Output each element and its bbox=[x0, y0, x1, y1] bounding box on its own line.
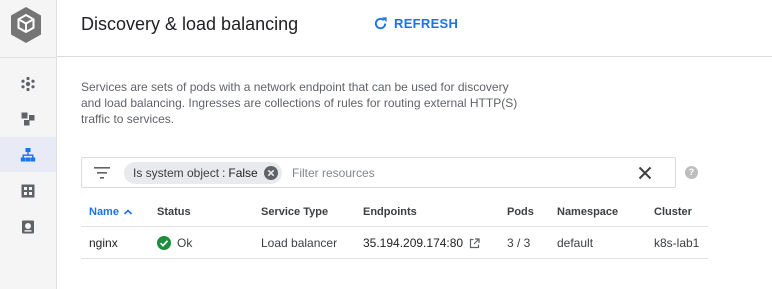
table-row: nginx Ok Load balancer 35.194.209.174:80… bbox=[81, 227, 708, 259]
filter-chip-separator: : bbox=[222, 166, 226, 180]
services-table: Name Status Service Type Endpoints Pods … bbox=[81, 199, 708, 259]
open-in-new-icon bbox=[470, 237, 480, 248]
nav-workloads[interactable] bbox=[0, 101, 56, 136]
column-header-name-label: Name bbox=[89, 206, 119, 218]
remove-chip-icon[interactable] bbox=[263, 166, 278, 180]
column-header-namespace[interactable]: Namespace bbox=[557, 206, 618, 218]
cluster-cell: k8s-lab1 bbox=[654, 236, 700, 250]
kubernetes-engine-logo-icon[interactable] bbox=[8, 5, 44, 45]
filter-bar: Is system object : False bbox=[81, 157, 676, 188]
filter-chip-value: False bbox=[228, 166, 258, 180]
status-text: Ok bbox=[177, 236, 193, 250]
column-header-name[interactable]: Name bbox=[89, 206, 133, 218]
service-type-cell: Load balancer bbox=[261, 236, 338, 250]
filter-resources-input[interactable] bbox=[292, 162, 612, 184]
status-ok-icon bbox=[157, 236, 171, 250]
column-header-endpoints[interactable]: Endpoints bbox=[363, 206, 417, 218]
column-header-cluster[interactable]: Cluster bbox=[654, 206, 692, 218]
configuration-icon bbox=[22, 220, 34, 233]
namespace-cell: default bbox=[557, 236, 594, 250]
nav-services[interactable] bbox=[0, 137, 56, 172]
filter-chip-system-object[interactable]: Is system object : False bbox=[124, 162, 282, 184]
page-title: Discovery & load balancing bbox=[81, 14, 299, 34]
refresh-button[interactable]: REFRESH bbox=[373, 16, 458, 31]
clusters-icon bbox=[21, 76, 35, 91]
help-icon[interactable]: ? bbox=[685, 166, 698, 179]
page-description: Services are sets of pods with a network… bbox=[81, 80, 518, 126]
service-status: Ok bbox=[157, 236, 192, 250]
endpoint-link[interactable]: 35.194.209.174:80 bbox=[363, 236, 480, 250]
nav-applications[interactable] bbox=[0, 173, 56, 208]
table-header-row: Name Status Service Type Endpoints Pods … bbox=[81, 199, 708, 227]
rail-divider bbox=[0, 57, 56, 58]
sort-ascending-icon bbox=[123, 209, 133, 215]
filter-chip-key: Is system object bbox=[133, 166, 220, 180]
service-name-link[interactable]: nginx bbox=[89, 236, 118, 250]
page-header: Discovery & load balancing REFRESH bbox=[57, 0, 772, 57]
workloads-icon bbox=[21, 112, 35, 125]
pods-cell: 3 / 3 bbox=[507, 236, 531, 250]
clear-filter-icon[interactable] bbox=[637, 165, 653, 181]
nav-configuration[interactable] bbox=[0, 209, 56, 244]
nav-clusters[interactable] bbox=[0, 66, 56, 101]
applications-icon bbox=[21, 184, 35, 197]
refresh-icon bbox=[374, 17, 387, 30]
column-header-pods[interactable]: Pods bbox=[507, 206, 534, 218]
endpoint-text: 35.194.209.174:80 bbox=[363, 236, 464, 250]
refresh-label: REFRESH bbox=[394, 16, 459, 31]
column-header-service-type[interactable]: Service Type bbox=[261, 206, 328, 218]
column-header-status[interactable]: Status bbox=[157, 206, 191, 218]
left-nav-rail bbox=[0, 0, 57, 289]
services-icon bbox=[20, 147, 36, 161]
filter-list-icon[interactable] bbox=[94, 166, 110, 180]
